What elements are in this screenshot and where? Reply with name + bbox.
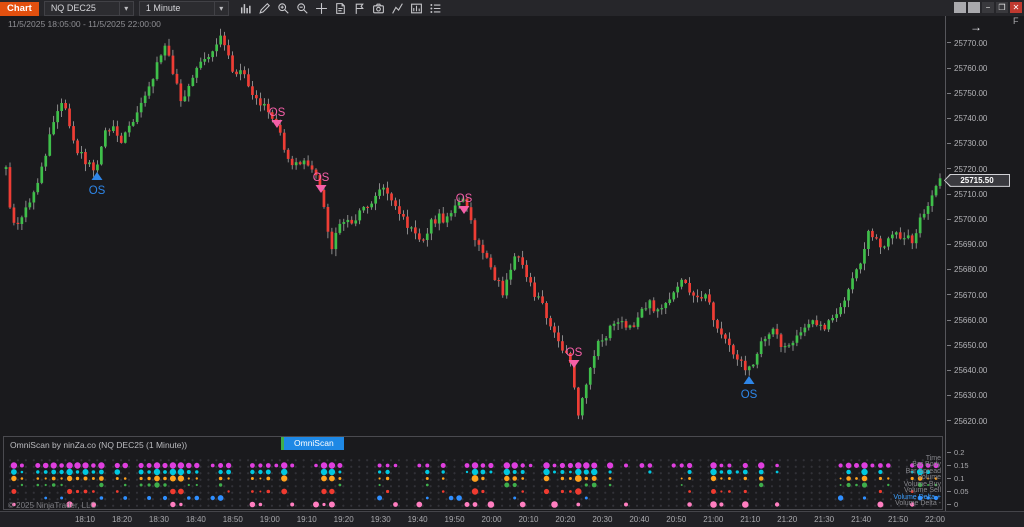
close-button[interactable]: ✕: [1010, 2, 1022, 13]
price-tick-label: 25630.00: [947, 391, 987, 400]
omniscan-button-group: OmniScan: [281, 437, 344, 450]
chart-window: Chart NQ DEC25 ▾ 1 Minute ▾: [0, 0, 1024, 527]
time-tick-label: 20:10: [510, 515, 546, 524]
time-tick-label: 19:00: [252, 515, 288, 524]
toolbar: Chart NQ DEC25 ▾ 1 Minute ▾: [0, 0, 1024, 16]
time-tick-label: 21:10: [732, 515, 768, 524]
time-tick-label: 21:30: [806, 515, 842, 524]
indicators-list-icon[interactable]: [429, 1, 443, 15]
snapshot-icon[interactable]: [372, 1, 386, 15]
goto-latest-arrow-icon[interactable]: →: [970, 20, 982, 34]
interval-value: 1 Minute: [140, 3, 214, 13]
svg-text:OS: OS: [89, 185, 106, 197]
price-axis-line: [945, 16, 946, 511]
crosshair-icon[interactable]: [315, 1, 329, 15]
time-tick-label: 21:40: [843, 515, 879, 524]
time-tick-label: 20:20: [547, 515, 583, 524]
time-tick-label: 20:00: [474, 515, 510, 524]
date-range-label: 11/5/2025 18:05:00 - 11/5/2025 22:00:00: [8, 19, 161, 29]
svg-text:OS: OS: [456, 193, 473, 205]
last-price-tag: 25715.50: [944, 174, 1010, 187]
price-tick-label: 25720.00: [947, 165, 987, 174]
price-tick-label: 25670.00: [947, 291, 987, 300]
toolbar-icons: [239, 1, 443, 15]
restore-button[interactable]: ❐: [996, 2, 1008, 13]
time-tick-label: 20:40: [621, 515, 657, 524]
omniscan-title: OmniScan by ninZa.co (NQ DEC25 (1 Minute…: [10, 440, 187, 450]
tab-chart[interactable]: Chart: [0, 2, 39, 16]
time-tick-label: 19:10: [289, 515, 325, 524]
interval-dropdown[interactable]: 1 Minute ▾: [139, 1, 229, 16]
omniscan-row-label: Volume Delta -: [770, 501, 941, 508]
trend-line-icon[interactable]: [391, 1, 405, 15]
omniscan-row-labels: TimeBar BodyBar SpreadVolumeVolume BuyVo…: [770, 456, 941, 508]
time-tick-label: 18:10: [67, 515, 103, 524]
time-tick-label: 21:50: [880, 515, 916, 524]
instrument-value: NQ DEC25: [45, 3, 119, 13]
omniscan-scale-tick: 0: [947, 500, 958, 509]
price-tick-label: 25620.00: [947, 417, 987, 426]
time-tick-label: 22:00: [917, 515, 953, 524]
bar-type-icon[interactable]: [239, 1, 253, 15]
time-tick-label: 19:30: [363, 515, 399, 524]
price-tick-label: 25750.00: [947, 89, 987, 98]
price-tick-label: 25690.00: [947, 240, 987, 249]
zoom-in-icon[interactable]: [277, 1, 291, 15]
draw-icon[interactable]: [258, 1, 272, 15]
time-tick-label: 20:30: [584, 515, 620, 524]
time-tick-label: 18:40: [178, 515, 214, 524]
axis-corner-label: F: [1013, 16, 1019, 26]
price-tick-label: 25700.00: [947, 215, 987, 224]
time-tick-label: 19:40: [400, 515, 436, 524]
price-tick-label: 25770.00: [947, 39, 987, 48]
window-button[interactable]: [954, 2, 966, 13]
chevron-down-icon: ▾: [215, 4, 228, 13]
time-tick-label: 18:50: [215, 515, 251, 524]
time-tick-label: 20:50: [658, 515, 694, 524]
flag-icon[interactable]: [353, 1, 367, 15]
price-tick-label: 25760.00: [947, 64, 987, 73]
chevron-down-icon: ▾: [120, 4, 133, 13]
time-tick-label: 21:00: [695, 515, 731, 524]
copyright-label: © 2025 NinjaTrader, LLC: [8, 501, 96, 510]
omniscan-scale-tick: 0.1: [947, 474, 964, 483]
window-button[interactable]: [968, 2, 980, 13]
omniscan-scale-tick: 0.15: [947, 461, 969, 470]
svg-text:OS: OS: [566, 347, 583, 359]
window-controls: − ❐ ✕: [954, 2, 1022, 13]
price-tick-label: 25740.00: [947, 114, 987, 123]
last-price-value: 25715.50: [945, 175, 1009, 186]
price-tick-label: 25640.00: [947, 366, 987, 375]
svg-text:OS: OS: [741, 389, 758, 401]
price-tick-label: 25650.00: [947, 341, 987, 350]
zoom-out-icon[interactable]: [296, 1, 310, 15]
omniscan-button[interactable]: OmniScan: [284, 437, 344, 450]
time-tick-label: 18:30: [141, 515, 177, 524]
time-tick-label: 19:50: [437, 515, 473, 524]
omniscan-scale-tick: 0.2: [947, 448, 964, 457]
svg-text:OS: OS: [269, 107, 286, 119]
time-tick-label: 18:20: [104, 515, 140, 524]
price-tick-label: 25730.00: [947, 139, 987, 148]
price-tick-label: 25680.00: [947, 265, 987, 274]
omniscan-scale-tick: 0.05: [947, 487, 969, 496]
svg-text:OS: OS: [313, 172, 330, 184]
price-tick-label: 25660.00: [947, 316, 987, 325]
time-tick-label: 21:20: [769, 515, 805, 524]
price-tick-label: 25710.00: [947, 190, 987, 199]
instrument-dropdown[interactable]: NQ DEC25 ▾: [44, 1, 134, 16]
time-tick-label: 19:20: [326, 515, 362, 524]
minimize-button[interactable]: −: [982, 2, 994, 13]
data-box-icon[interactable]: [334, 1, 348, 15]
chart-trader-icon[interactable]: [410, 1, 424, 15]
